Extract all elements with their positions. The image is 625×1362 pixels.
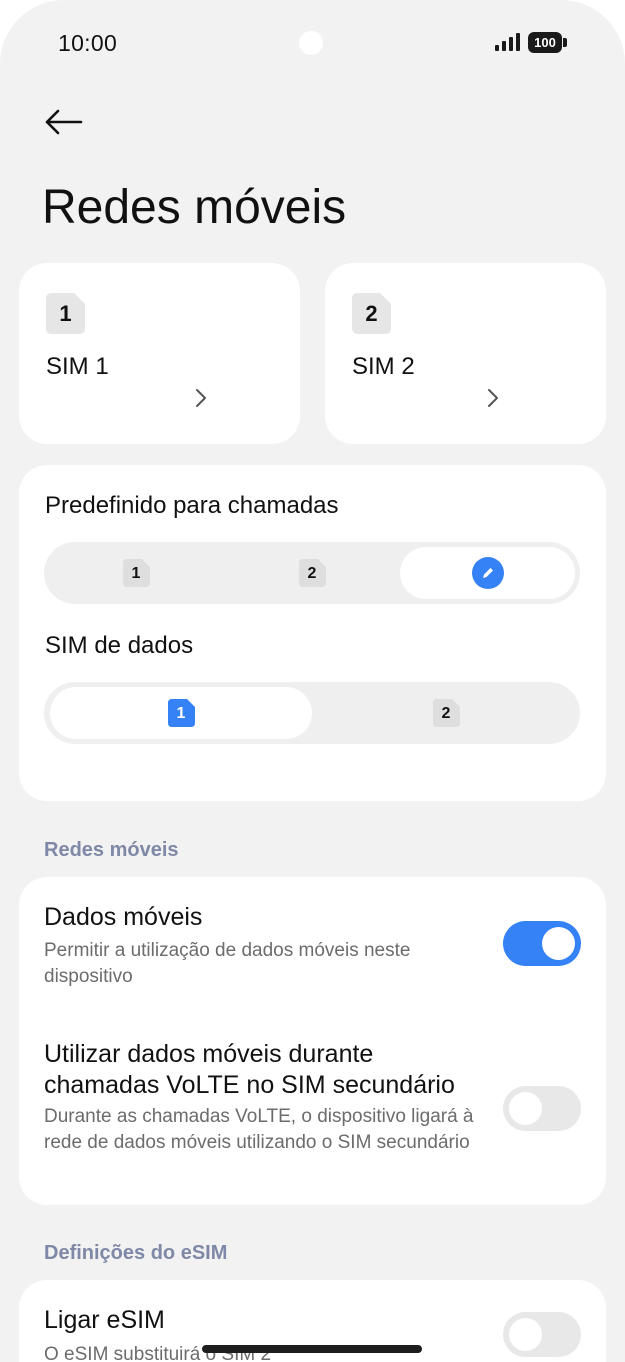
home-indicator[interactable]	[202, 1345, 422, 1353]
sim-1-label: SIM 1	[46, 353, 109, 380]
enable-esim-title: Ligar eSIM	[44, 1306, 165, 1334]
mobile-data-description: Permitir a utilização de dados móveis ne…	[44, 940, 411, 987]
chevron-right-icon	[488, 389, 498, 407]
mobile-networks-header: Redes móveis	[44, 839, 179, 861]
calls-option-sim-1[interactable]: 1	[44, 542, 228, 604]
esim-settings-header: Definições do eSIM	[44, 1242, 228, 1264]
calls-default-label: Predefinido para chamadas	[45, 492, 339, 519]
settings-screen: 10:00 100 Redes móveis 1 SIM 1 2 SIM 2 P…	[0, 0, 625, 1362]
sim-defaults-card: Predefinido para chamadas 1 2 SIM de dad…	[19, 465, 606, 801]
calls-option-ask[interactable]	[400, 547, 575, 599]
data-sim-label: SIM de dados	[45, 632, 194, 659]
signal-icon	[495, 33, 520, 51]
data-option-sim-1[interactable]: 1	[50, 687, 312, 739]
sim-card-icon: 1	[167, 699, 195, 727]
back-arrow-icon	[45, 109, 83, 135]
calls-sim-selector: 1 2	[44, 542, 580, 604]
enable-esim-toggle[interactable]	[503, 1312, 581, 1357]
sim-2-card[interactable]: 2 SIM 2	[325, 263, 606, 444]
front-camera	[299, 31, 323, 55]
mobile-networks-card: Dados móveis Permitir a utilização de da…	[19, 877, 606, 1205]
volte-data-description: Durante as chamadas VoLTE, o dispositivo…	[44, 1106, 474, 1153]
sim-card-icon: 2	[298, 559, 326, 587]
mobile-data-title: Dados móveis	[44, 903, 203, 931]
volte-data-title: Utilizar dados móveis durante chamadas V…	[44, 1040, 455, 1099]
chevron-right-icon	[196, 389, 206, 407]
sim-1-card[interactable]: 1 SIM 1	[19, 263, 300, 444]
battery-level: 100	[528, 32, 562, 53]
data-sim-selector: 1 2	[44, 682, 580, 744]
data-option-sim-2[interactable]: 2	[312, 682, 580, 744]
mobile-data-toggle[interactable]	[503, 921, 581, 966]
status-time: 10:00	[58, 30, 118, 56]
back-button[interactable]	[38, 100, 88, 144]
page-title: Redes móveis	[42, 181, 347, 234]
edit-icon	[471, 557, 504, 589]
sim-2-label: SIM 2	[352, 353, 415, 380]
battery-icon: 100	[528, 32, 568, 53]
sim-card-icon: 2	[352, 293, 391, 334]
volte-data-toggle[interactable]	[503, 1086, 581, 1131]
calls-option-sim-2[interactable]: 2	[228, 542, 396, 604]
sim-card-icon: 1	[122, 559, 150, 587]
sim-card-icon: 2	[432, 699, 460, 727]
sim-card-icon: 1	[46, 293, 85, 334]
